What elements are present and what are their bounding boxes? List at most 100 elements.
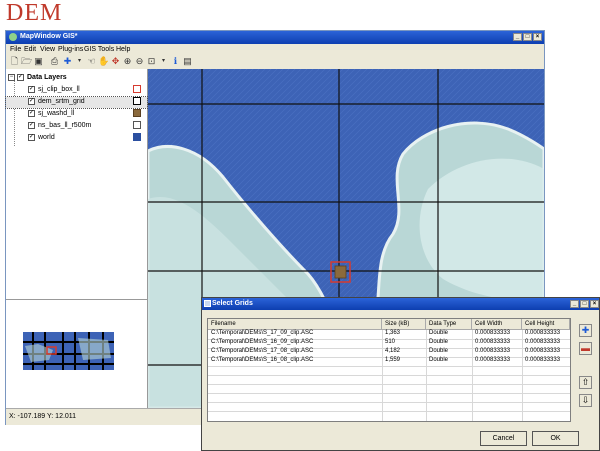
- legend-group[interactable]: − ✓ Data Layers: [6, 73, 147, 84]
- layer-label: world: [38, 134, 55, 141]
- cell-size: 4,182: [385, 348, 401, 354]
- column-header[interactable]: Size (kB): [382, 319, 426, 330]
- toolbar: 🗋 🗁 ▣ ⎙ ✚ ▾ ☜ ✋ ✥ ⊕ ⊖ ⊡ ▾ ℹ ▤: [6, 55, 544, 70]
- cell-size: 1,363: [385, 330, 401, 336]
- minimize-button[interactable]: _: [513, 33, 522, 41]
- cancel-button[interactable]: Cancel: [480, 431, 527, 446]
- overview-map[interactable]: [23, 332, 114, 370]
- table-icon[interactable]: ▤: [182, 56, 193, 67]
- grid-icon: [204, 300, 211, 307]
- menu-gis-tools[interactable]: GIS Tools: [84, 46, 114, 53]
- identify-icon[interactable]: ℹ: [170, 56, 181, 67]
- add-layer-icon[interactable]: ✚: [62, 56, 73, 67]
- layer-swatch: [133, 133, 141, 141]
- dialog-close-button[interactable]: ×: [590, 300, 599, 308]
- cell-filename: C:\Temporal\DEMs\S_17_09_clip.ASC: [211, 330, 314, 336]
- layer-checkbox[interactable]: ✓: [28, 86, 35, 93]
- cell-width: 0.000833333: [475, 348, 511, 354]
- menu-help[interactable]: Help: [116, 46, 130, 53]
- zoom-extent-icon[interactable]: ⊡: [146, 56, 157, 67]
- move-up-icon[interactable]: ⇧: [579, 376, 592, 389]
- layer-checkbox[interactable]: ✓: [28, 110, 35, 117]
- grids-table: Filename Size (kB) Data Type Cell Width …: [207, 318, 571, 422]
- zoom-in-icon[interactable]: ⊕: [122, 56, 133, 67]
- cell-height: 0.000833333: [525, 348, 561, 354]
- column-header[interactable]: Filename: [208, 319, 382, 330]
- menu-view[interactable]: View: [40, 46, 55, 53]
- pointer-icon[interactable]: ☜: [86, 56, 97, 67]
- layer-row[interactable]: ✓ sj_clip_box_ll: [6, 85, 147, 96]
- cell-width: 0.000833333: [475, 339, 511, 345]
- open-icon[interactable]: 🗁: [21, 56, 32, 67]
- pan-icon[interactable]: ✋: [98, 56, 109, 67]
- dialog-minimize-button[interactable]: _: [570, 300, 579, 308]
- cancel-label: Cancel: [492, 435, 515, 442]
- layer-swatch: [133, 121, 141, 129]
- expand-icon[interactable]: −: [8, 74, 15, 81]
- coordinate-readout: X: -107.189 Y: 12.011: [9, 413, 77, 420]
- zoom-out-icon[interactable]: ⊖: [134, 56, 145, 67]
- cell-filename: C:\Temporal\DEMs\S_16_09_clip.ASC: [211, 339, 314, 345]
- column-header[interactable]: Data Type: [426, 319, 472, 330]
- cell-filename: C:\Temporal\DEMs\S_17_08_clip.ASC: [211, 348, 314, 354]
- add-grid-icon[interactable]: ✚: [579, 324, 592, 337]
- dem-title: DEM: [6, 0, 63, 26]
- menu-bar: File Edit View Plug-ins GIS Tools Help: [6, 44, 544, 55]
- close-button[interactable]: ×: [533, 33, 542, 41]
- group-label: Data Layers: [27, 74, 67, 81]
- layer-row[interactable]: ✓ sj_washd_ll: [6, 109, 147, 120]
- window-titlebar[interactable]: MapWindow GIS* _ □ ×: [6, 31, 544, 44]
- menu-plugins[interactable]: Plug-ins: [58, 46, 83, 53]
- move-down-icon[interactable]: ⇩: [579, 394, 592, 407]
- select-grids-dialog: Select Grids _ □ × Filename Size (kB) Da…: [201, 297, 600, 451]
- layer-row[interactable]: ✓ dem_srtm_grid: [5, 96, 148, 109]
- maximize-button[interactable]: □: [523, 33, 532, 41]
- layer-label: ns_bas_ll_r500m: [38, 122, 92, 129]
- app-icon: [9, 33, 17, 41]
- cell-width: 0.000833333: [475, 357, 511, 363]
- menu-file[interactable]: File: [10, 46, 21, 53]
- menu-edit[interactable]: Edit: [24, 46, 36, 53]
- dialog-titlebar[interactable]: Select Grids _ □ ×: [202, 298, 599, 310]
- dialog-maximize-button[interactable]: □: [580, 300, 589, 308]
- layer-swatch: [133, 97, 141, 105]
- cell-filename: C:\Temporal\DEMs\S_16_08_clip.ASC: [211, 357, 314, 363]
- print-icon[interactable]: ⎙: [49, 56, 60, 67]
- column-header[interactable]: Cell Width: [472, 319, 522, 330]
- cell-height: 0.000833333: [525, 339, 561, 345]
- watershed-shape: [334, 265, 347, 279]
- ok-button[interactable]: OK: [532, 431, 579, 446]
- layer-label: sj_washd_ll: [38, 110, 75, 117]
- layer-checkbox[interactable]: ✓: [28, 122, 35, 129]
- new-icon[interactable]: 🗋: [9, 56, 20, 67]
- layer-label: sj_clip_box_ll: [38, 86, 80, 93]
- cell-size: 1,559: [385, 357, 401, 363]
- cell-type: Double: [429, 330, 449, 336]
- dropdown-icon[interactable]: ▾: [74, 56, 85, 67]
- layer-row[interactable]: ✓ ns_bas_ll_r500m: [6, 121, 147, 132]
- dropdown-icon[interactable]: ▾: [158, 56, 169, 67]
- move-icon[interactable]: ✥: [110, 56, 121, 67]
- save-icon[interactable]: ▣: [33, 56, 44, 67]
- cell-type: Double: [429, 357, 449, 363]
- layer-label: dem_srtm_grid: [38, 98, 85, 105]
- ok-label: OK: [550, 435, 561, 442]
- column-header[interactable]: Cell Height: [522, 319, 570, 330]
- cell-type: Double: [429, 348, 449, 354]
- cell-height: 0.000833333: [525, 357, 561, 363]
- dialog-title: Select Grids: [212, 300, 253, 307]
- legend-panel: − ✓ Data Layers ✓ sj_clip_box_ll ✓ dem_s…: [5, 69, 148, 299]
- layer-swatch: [133, 109, 141, 117]
- layer-checkbox[interactable]: ✓: [28, 134, 35, 141]
- cell-height: 0.000833333: [525, 330, 561, 336]
- layer-checkbox[interactable]: ✓: [28, 98, 35, 105]
- cell-size: 510: [385, 339, 396, 345]
- window-title: MapWindow GIS*: [20, 33, 78, 40]
- group-checkbox[interactable]: ✓: [17, 74, 24, 81]
- remove-grid-icon[interactable]: ▬: [579, 342, 592, 355]
- cell-type: Double: [429, 339, 449, 345]
- layer-row[interactable]: ✓ world: [6, 133, 147, 144]
- layer-swatch: [133, 85, 141, 93]
- cell-width: 0.000833333: [475, 330, 511, 336]
- overview-panel[interactable]: [6, 299, 148, 408]
